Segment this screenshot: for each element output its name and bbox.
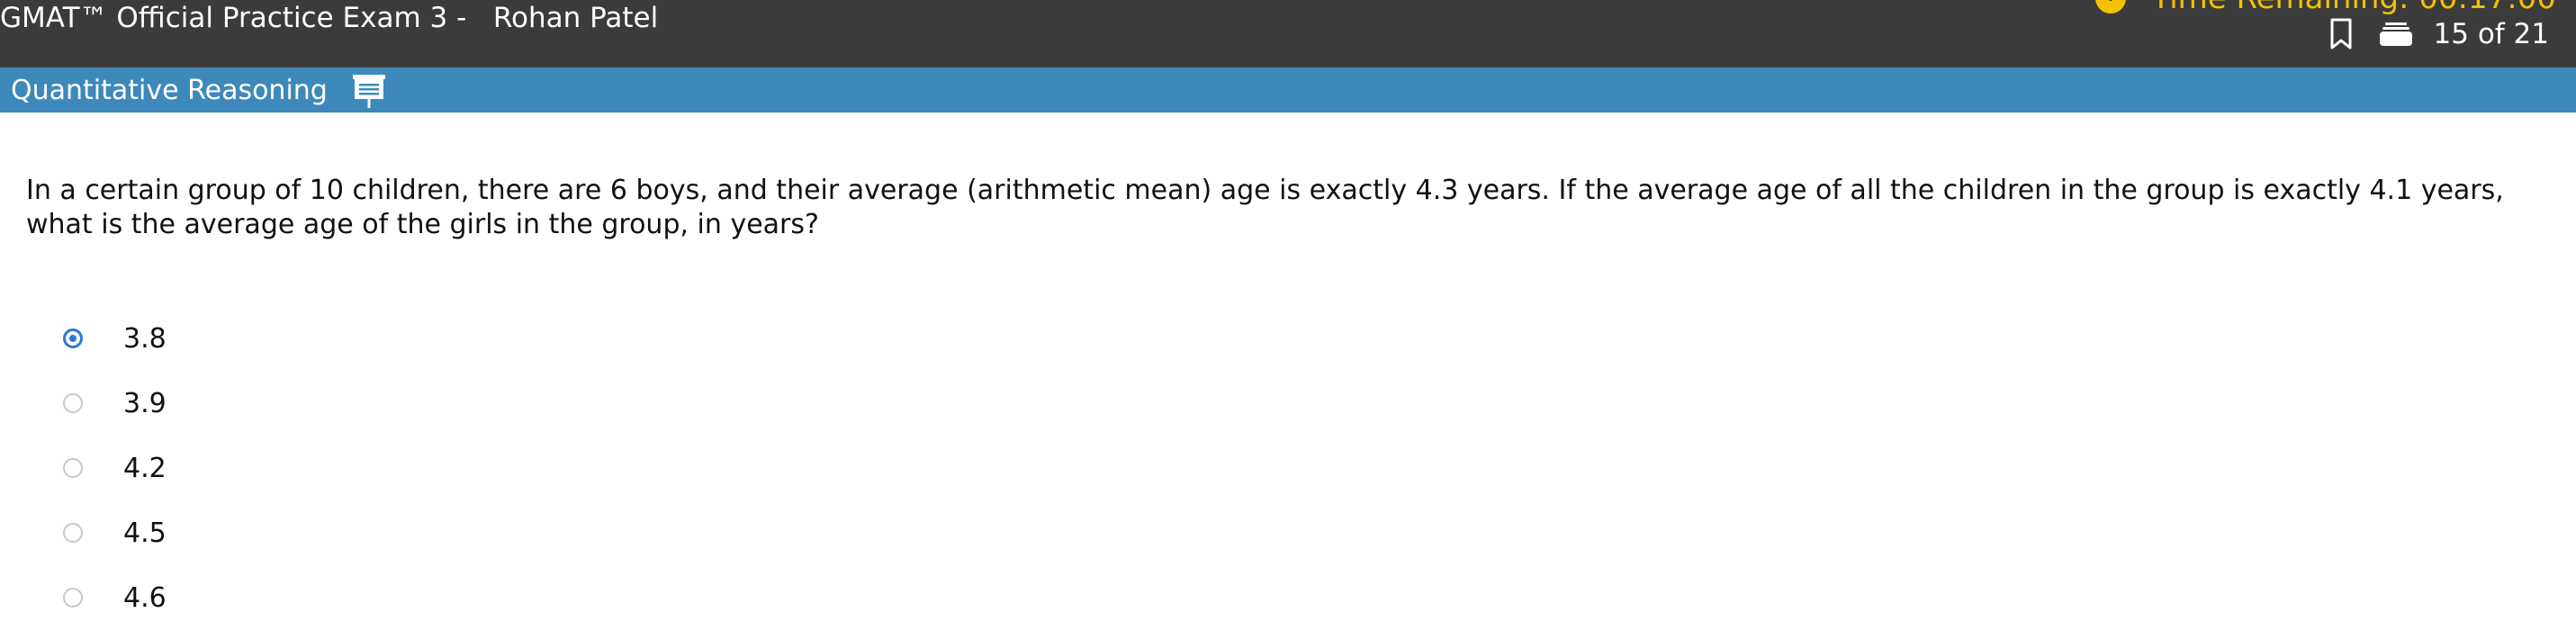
answer-choice-d[interactable]: 4.5 xyxy=(63,500,167,565)
question-counter: 15 of 21 xyxy=(2433,18,2549,50)
candidate-name: Rohan Patel xyxy=(492,2,659,34)
exam-title-text: GMAT™ Official Practice Exam 3 - xyxy=(0,2,467,34)
question-navigation: 15 of 21 xyxy=(2329,18,2549,50)
choice-label: 4.2 xyxy=(123,452,167,484)
choice-label: 3.8 xyxy=(123,322,167,355)
radio-button[interactable] xyxy=(63,393,83,413)
exam-header: GMAT™ Official Practice Exam 3 - Rohan P… xyxy=(0,0,2576,68)
radio-button[interactable] xyxy=(63,523,83,543)
question-text: In a certain group of 10 children, there… xyxy=(26,175,2504,240)
choice-label: 3.9 xyxy=(123,387,167,419)
section-title: Quantitative Reasoning xyxy=(11,74,328,106)
time-remaining-text: Time Remaining: 00:17:00 xyxy=(2151,0,2556,16)
answer-choices: 3.8 3.9 4.2 4.5 4.6 xyxy=(63,306,167,630)
radio-button[interactable] xyxy=(63,588,83,608)
answer-choice-e[interactable]: 4.6 xyxy=(63,565,167,630)
answer-choice-b[interactable]: 3.9 xyxy=(63,371,167,436)
time-remaining[interactable]: Time Remaining: 00:17:00 xyxy=(2095,0,2556,16)
bookmark-icon[interactable] xyxy=(2329,18,2353,50)
whiteboard-icon[interactable] xyxy=(351,72,387,110)
choice-label: 4.5 xyxy=(123,517,167,549)
answer-choice-a[interactable]: 3.8 xyxy=(63,306,167,371)
choice-label: 4.6 xyxy=(123,581,167,614)
exam-title: GMAT™ Official Practice Exam 3 - Rohan P… xyxy=(0,2,658,34)
section-bar: Quantitative Reasoning xyxy=(0,68,2576,112)
clock-icon xyxy=(2095,0,2127,14)
radio-button[interactable] xyxy=(63,458,83,478)
question-stack-icon[interactable] xyxy=(2378,21,2414,48)
radio-button-selected[interactable] xyxy=(63,328,83,348)
answer-choice-c[interactable]: 4.2 xyxy=(63,436,167,500)
